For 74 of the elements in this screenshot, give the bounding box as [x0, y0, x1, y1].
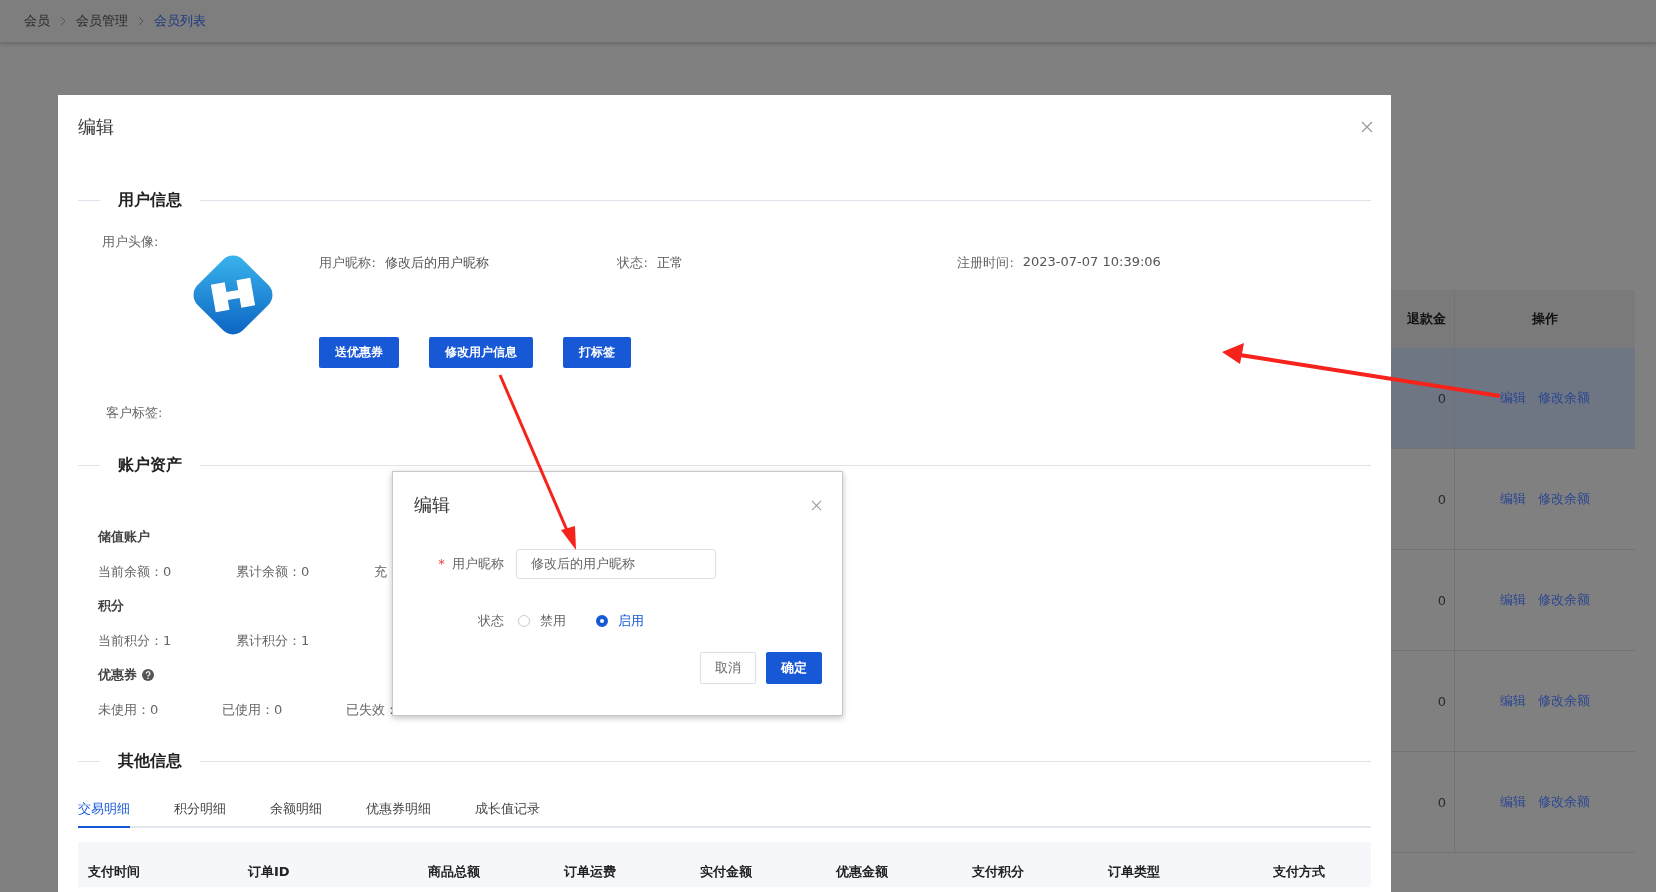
field-label: 用户昵称: [452, 556, 504, 571]
required-mark: *: [438, 556, 445, 571]
field-value: 正常: [656, 254, 683, 272]
action-button[interactable]: 送优惠券: [319, 337, 400, 368]
column-header: 优惠金额: [836, 863, 889, 881]
table-cell: 0: [1437, 794, 1446, 810]
breadcrumb-link[interactable]: 会员管理: [76, 12, 128, 30]
section-heading: 其他信息: [117, 751, 183, 772]
field-label: 注册时间:: [957, 254, 1014, 272]
tab[interactable]: 积分明细: [174, 800, 226, 828]
section-heading: 账户资产: [117, 455, 183, 476]
field-label: 状态: [478, 613, 504, 628]
action-link[interactable]: 编辑: [1500, 692, 1526, 710]
tab[interactable]: 余额明细: [270, 800, 322, 828]
dialog-button[interactable]: 取消: [700, 652, 756, 684]
table-cell: 0: [1437, 693, 1446, 709]
action-link[interactable]: 编辑: [1500, 389, 1526, 407]
group-title: 优惠券: [98, 666, 137, 684]
dialog-title: 编辑: [78, 115, 114, 139]
stat-text: 充: [374, 563, 387, 581]
section-heading: 用户信息: [117, 190, 183, 211]
stat-text: 累计积分：1: [236, 632, 310, 650]
column-header: 商品总额: [428, 863, 481, 881]
column-header: 支付方式: [1273, 863, 1326, 881]
nickname-input[interactable]: 修改后的用户昵称: [516, 549, 716, 579]
field-label: 用户头像:: [102, 233, 159, 251]
field-value: 修改后的用户昵称: [384, 254, 489, 272]
column-header: 订单ID: [248, 863, 291, 881]
tab[interactable]: 交易明细: [78, 800, 130, 828]
action-link[interactable]: 修改余额: [1538, 591, 1590, 609]
action-link[interactable]: 编辑: [1500, 591, 1526, 609]
stat-text: 当前余额：0: [98, 563, 173, 581]
field-value: 2023-07-07 10:39:06: [1022, 254, 1161, 271]
action-button[interactable]: 打标签: [563, 337, 632, 368]
column-header: 操作: [1531, 310, 1559, 328]
close-icon[interactable]: [811, 499, 822, 511]
column-header: 订单运费: [564, 863, 617, 881]
breadcrumb-link[interactable]: 会员: [24, 12, 50, 30]
field-label: 客户标签:: [106, 405, 163, 420]
table-cell: 0: [1437, 592, 1446, 608]
action-link[interactable]: 修改余额: [1538, 692, 1590, 710]
dialog-button[interactable]: 确定: [766, 652, 822, 684]
stat-text: 累计余额：0: [236, 563, 311, 581]
stat-text: 已使用：0: [222, 701, 284, 719]
action-link[interactable]: 修改余额: [1538, 793, 1590, 811]
radio-button[interactable]: [596, 615, 608, 627]
table-cell: 0: [1437, 390, 1446, 406]
stat-text: 未使用：0: [98, 701, 160, 719]
chevron-icon: [138, 16, 144, 26]
table-cell: 0: [1437, 491, 1446, 507]
action-link[interactable]: 编辑: [1500, 793, 1526, 811]
action-link[interactable]: 修改余额: [1538, 490, 1590, 508]
breadcrumb-link[interactable]: 会员列表: [154, 12, 206, 30]
close-icon[interactable]: [1361, 121, 1373, 133]
field-label: 用户昵称:: [319, 254, 376, 272]
column-header: 支付积分: [972, 863, 1025, 881]
tab[interactable]: 成长值记录: [475, 800, 540, 828]
field-label: 状态:: [617, 254, 648, 272]
stat-text: 当前积分：1: [98, 632, 173, 650]
stat-text: 已失效：: [346, 701, 398, 719]
column-header: 支付时间: [88, 863, 141, 881]
action-link[interactable]: 编辑: [1500, 490, 1526, 508]
chevron-icon: [60, 16, 66, 26]
help-icon[interactable]: [142, 669, 154, 681]
radio-label[interactable]: 禁用: [540, 612, 566, 630]
group-title: 储值账户: [98, 528, 150, 546]
column-header: 订单类型: [1108, 863, 1161, 881]
radio-label[interactable]: 启用: [618, 612, 644, 630]
action-button[interactable]: 修改用户信息: [429, 337, 534, 368]
tab[interactable]: 优惠券明细: [366, 800, 431, 828]
action-link[interactable]: 修改余额: [1538, 389, 1590, 407]
dialog-title: 编辑: [414, 493, 450, 517]
group-title: 积分: [98, 597, 124, 615]
column-header: 实付金额: [700, 863, 753, 881]
